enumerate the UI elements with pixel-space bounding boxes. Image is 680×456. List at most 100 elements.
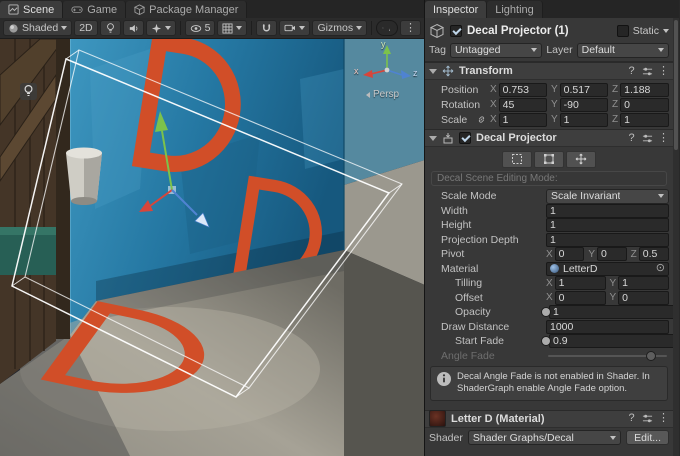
constrain-proportions-link-icon[interactable] (476, 114, 487, 125)
hidden-object-count: 5 (205, 22, 211, 34)
pivot-z-field[interactable] (639, 247, 669, 261)
scene-viewport[interactable]: y x z Persp (0, 39, 424, 456)
perspective-toggle[interactable]: Persp (366, 89, 399, 100)
light-gizmo-icon[interactable] (20, 83, 37, 100)
opacity-label: Opacity (455, 306, 543, 318)
y-axis-label: Y (610, 278, 617, 289)
shader-edit-button[interactable]: Edit... (626, 430, 669, 445)
foldout-icon[interactable] (429, 136, 437, 141)
opacity-field[interactable] (549, 305, 679, 319)
tab-game[interactable]: Game (63, 1, 126, 18)
help-icon[interactable]: ? (626, 133, 637, 144)
scale-mode-dropdown[interactable]: Scale Invariant (546, 189, 669, 204)
lighting-toggle[interactable] (100, 20, 121, 36)
2d-toggle[interactable]: 2D (74, 20, 97, 36)
info-message: Decal Angle Fade is not enabled in Shade… (457, 371, 662, 396)
presets-icon[interactable] (642, 66, 653, 77)
kebab-menu-icon[interactable]: ⋮ (658, 413, 669, 424)
dropdown-arrow-icon (165, 26, 171, 30)
offset-y-field[interactable] (618, 291, 669, 305)
start-fade-field[interactable] (549, 334, 679, 348)
projection-depth-field[interactable] (546, 233, 669, 247)
decal-edit-bounds-button[interactable] (502, 151, 532, 168)
snap-toggle[interactable] (256, 20, 277, 36)
opacity-row: Opacity (425, 305, 673, 320)
edit-bounds-icon (511, 153, 523, 165)
effects-dropdown[interactable] (146, 20, 176, 36)
foldout-icon[interactable] (429, 69, 437, 74)
position-y-field[interactable] (560, 83, 608, 97)
rotation-z-field[interactable] (620, 98, 669, 112)
tab-lighting[interactable]: Lighting (487, 1, 543, 18)
pivot-y-field[interactable] (597, 247, 627, 261)
presets-icon[interactable] (642, 133, 653, 144)
transform-header[interactable]: Transform ? ⋮ (425, 62, 673, 80)
tiling-x-field[interactable] (555, 276, 606, 290)
material-preview-thumbnail (429, 410, 446, 427)
shading-mode-label: Shaded (22, 22, 58, 34)
axis-y-label: y (381, 40, 386, 49)
scale-y-field[interactable] (560, 113, 608, 127)
eye-icon (190, 23, 202, 34)
scrollbar-thumb[interactable] (674, 20, 678, 150)
decal-projector-header[interactable]: Decal Projector ? ⋮ (425, 129, 673, 147)
layer-dropdown[interactable]: Default (577, 43, 669, 58)
material-object-field[interactable]: LetterD ⊙ (546, 262, 669, 276)
presets-icon[interactable] (642, 413, 653, 424)
shader-dropdown[interactable]: Shader Graphs/Decal (468, 430, 621, 445)
tag-dropdown[interactable]: Untagged (450, 43, 542, 58)
dropdown-arrow-icon (663, 29, 669, 33)
kebab-menu-icon[interactable]: ⋮ (658, 133, 669, 144)
shading-mode-dropdown[interactable]: Shaded (3, 20, 72, 36)
scene-search-input[interactable] (387, 21, 392, 35)
rotation-y-field[interactable] (560, 98, 608, 112)
static-dropdown[interactable]: Static (617, 25, 669, 37)
rotation-x-field[interactable] (499, 98, 547, 112)
scene-overflow-menu-button[interactable]: ⋮ (400, 20, 421, 36)
inspector-scrollbar[interactable] (673, 18, 679, 456)
position-x-field[interactable] (499, 83, 547, 97)
audio-toggle[interactable] (123, 20, 144, 36)
position-z-field[interactable] (620, 83, 669, 97)
tab-label: Lighting (495, 4, 534, 16)
paint-bucket (66, 148, 102, 206)
tiling-y-field[interactable] (618, 276, 669, 290)
decal-edit-pivot-button[interactable] (566, 151, 596, 168)
tab-scene[interactable]: Scene (0, 1, 63, 18)
gameobject-cube-icon (429, 23, 445, 39)
shader-value: Shader Graphs/Decal (473, 432, 574, 444)
gameobject-active-checkbox[interactable] (450, 25, 462, 37)
tab-package-manager[interactable]: Package Manager (126, 1, 247, 18)
height-field[interactable] (546, 218, 669, 232)
camera-dropdown[interactable] (279, 20, 310, 36)
width-field[interactable] (546, 204, 669, 218)
grid-dropdown[interactable] (217, 20, 247, 36)
scale-label: Scale (441, 114, 473, 126)
decal-edit-uv-button[interactable] (534, 151, 564, 168)
z-axis-label: Z (631, 249, 637, 260)
toolbar-separator (180, 21, 181, 35)
component-enabled-checkbox[interactable] (459, 132, 471, 144)
scale-z-field[interactable] (620, 113, 669, 127)
offset-x-field[interactable] (555, 291, 606, 305)
draw-distance-field[interactable] (546, 320, 669, 334)
shaded-sphere-icon (8, 23, 19, 34)
axis-z-label: z (413, 69, 418, 78)
kebab-menu-icon[interactable]: ⋮ (658, 66, 669, 77)
tab-label: Package Manager (149, 4, 238, 16)
scale-x-field[interactable] (499, 113, 547, 127)
pivot-label: Pivot (441, 248, 543, 260)
help-icon[interactable]: ? (626, 66, 637, 77)
scene-visibility-toggle[interactable]: 5 (185, 20, 216, 36)
gizmos-dropdown[interactable]: Gizmos (312, 20, 367, 36)
help-icon[interactable]: ? (626, 413, 637, 424)
tab-inspector[interactable]: Inspector (425, 1, 487, 18)
width-row: Width (425, 204, 673, 219)
material-section-header[interactable]: Letter D (Material) ? ⋮ (425, 410, 673, 428)
pivot-x-field[interactable] (555, 247, 585, 261)
component-title: Decal Projector (476, 132, 621, 144)
tab-label: Game (87, 4, 117, 16)
gameobject-header: Decal Projector (1) Static Tag Untagged … (425, 18, 673, 62)
object-picker-icon[interactable]: ⊙ (656, 263, 665, 274)
static-checkbox[interactable] (617, 25, 629, 37)
